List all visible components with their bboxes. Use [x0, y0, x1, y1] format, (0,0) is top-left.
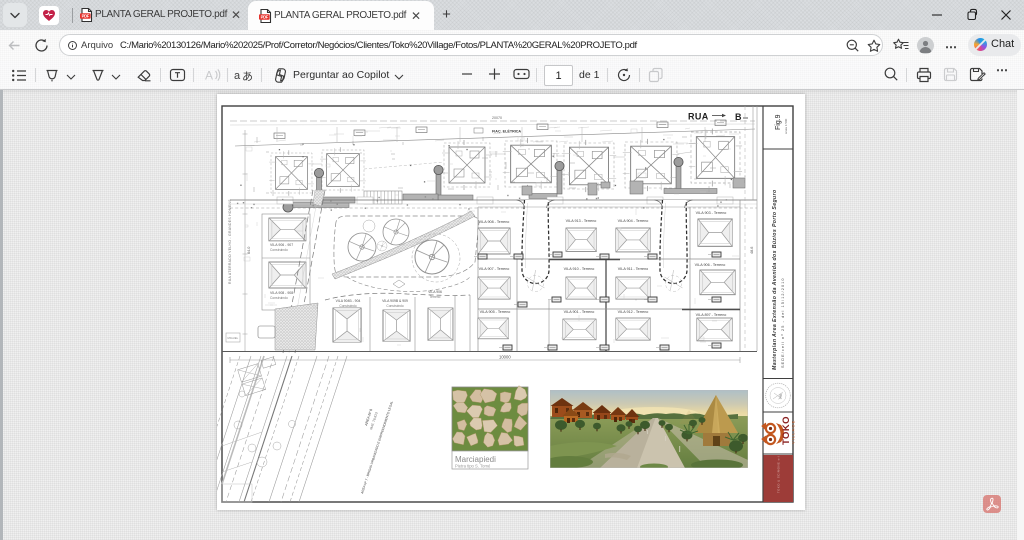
svg-text:PDF: PDF — [82, 14, 90, 19]
svg-text:FIAÇ. ELÉTRICA: FIAÇ. ELÉTRICA — [492, 129, 521, 134]
svg-text:Pietra tipo S. Tomé: Pietra tipo S. Tomé — [455, 464, 491, 469]
svg-text:a: a — [234, 70, 241, 82]
svg-text:VILA 905 - Terreno: VILA 905 - Terreno — [480, 310, 511, 314]
svg-text:Masterplan Area Extensão da Av: Masterplan Area Extensão da Avenida dos … — [772, 189, 778, 370]
svg-text:Construindo: Construindo — [270, 296, 288, 300]
svg-text:VILA 904 - Terreno: VILA 904 - Terreno — [618, 219, 649, 223]
svg-text:Construindo: Construindo — [270, 248, 288, 252]
svg-text:VILA 910 - Terreno: VILA 910 - Terreno — [564, 267, 595, 271]
svg-text:VILA 906 - 907: VILA 906 - 907 — [270, 243, 293, 247]
svg-text:VILA 903 - Terreno: VILA 903 - Terreno — [696, 211, 727, 215]
svg-text:VILA 901 - Terreno: VILA 901 - Terreno — [564, 310, 595, 314]
svg-text:RUA: RUA — [688, 112, 709, 122]
svg-text:10000: 10000 — [499, 355, 511, 360]
svg-text:Terreno: Terreno — [430, 295, 441, 299]
svg-text:Construindo: Construindo — [386, 304, 403, 308]
svg-text:TOKO & SCIMONE srl: TOKO & SCIMONE srl — [777, 456, 781, 493]
svg-text:VILA 907 - Terreno: VILA 907 - Terreno — [479, 267, 510, 271]
svg-text:VILA 908 - 908: VILA 908 - 908 — [270, 291, 293, 295]
svg-text:Fig.9: Fig.9 — [775, 114, 782, 130]
svg-text:PDF: PDF — [261, 15, 269, 20]
svg-text:B: B — [735, 112, 742, 122]
svg-text:RUA ATERRADO VELHO - GRANDES H: RUA ATERRADO VELHO - GRANDES HOMENS — [228, 199, 232, 284]
svg-text:VILA 912 - Terreno: VILA 912 - Terreno — [618, 310, 649, 314]
svg-text:VILA 908 - Terreno: VILA 908 - Terreno — [479, 220, 510, 224]
svg-text:VILA 909B & 909: VILA 909B & 909 — [382, 299, 408, 303]
svg-text:VILA 913 - Terreno: VILA 913 - Terreno — [566, 219, 597, 223]
svg-text:scala 1:500: scala 1:500 — [784, 118, 788, 134]
svg-text:VILA 897 - Terreno: VILA 897 - Terreno — [696, 313, 727, 317]
svg-text:VILA 911 - Terreno: VILA 911 - Terreno — [618, 267, 648, 271]
svg-text:A: A — [205, 69, 213, 83]
svg-text:VILA 906: VILA 906 — [428, 290, 442, 294]
svg-text:48.6: 48.6 — [750, 247, 754, 254]
svg-text:あ: あ — [242, 70, 253, 83]
svg-text:Construindo: Construindo — [339, 304, 356, 308]
svg-text:VILLAGE: VILLAGE — [791, 420, 796, 444]
svg-text:SEDE/cell nº 25 - del 15/12/20: SEDE/cell nº 25 - del 15/12/2010 — [781, 277, 785, 368]
svg-text:MIGUEL: MIGUEL — [228, 336, 239, 340]
svg-text:64.0: 64.0 — [247, 247, 251, 254]
svg-text:20070: 20070 — [492, 116, 502, 120]
svg-text:VILA 906 - Terreno: VILA 906 - Terreno — [695, 263, 726, 267]
